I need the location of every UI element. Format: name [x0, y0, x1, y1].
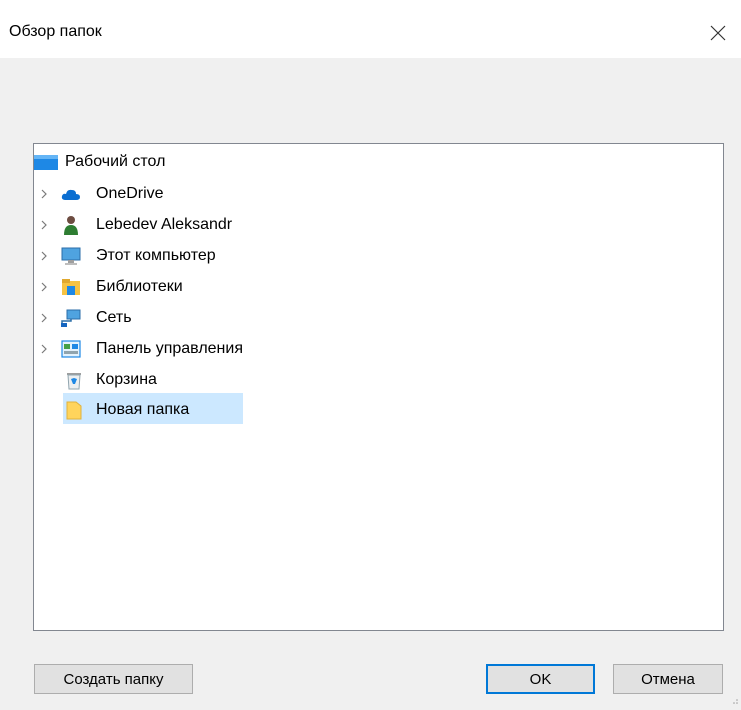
tree-item-label: Новая папка: [96, 400, 190, 418]
close-icon: [710, 25, 726, 41]
title-bar: Обзор папок: [0, 0, 741, 58]
chevron-right-icon[interactable]: [38, 272, 50, 301]
tree-item-label: Сеть: [96, 308, 132, 326]
control-panel-icon: [61, 339, 81, 359]
tree-item-label: Панель управления: [96, 339, 243, 357]
tree-item-desktop[interactable]: Рабочий стол: [34, 147, 723, 176]
chevron-right-icon[interactable]: [38, 303, 50, 332]
tree-item-label: Lebedev Aleksandr: [96, 215, 233, 233]
cancel-button[interactable]: Отмена: [613, 664, 723, 694]
new-folder-button[interactable]: Создать папку: [34, 664, 193, 694]
libraries-icon: [61, 277, 81, 297]
tree-item-user[interactable]: Lebedev Aleksandr: [34, 210, 723, 239]
folder-icon: [64, 400, 84, 420]
computer-icon: [61, 246, 81, 266]
resize-grip[interactable]: [729, 692, 739, 704]
tree-item-this-pc[interactable]: Этот компьютер: [34, 241, 723, 270]
chevron-right-icon[interactable]: [38, 210, 50, 239]
tree-item-onedrive[interactable]: OneDrive: [34, 179, 723, 208]
dialog-title: Обзор папок: [9, 23, 102, 40]
chevron-right-icon[interactable]: [38, 241, 50, 270]
chevron-right-icon[interactable]: [38, 179, 50, 208]
tree-item-new-folder[interactable]: Новая папка: [34, 395, 723, 424]
tree-item-recycle-bin[interactable]: Корзина: [34, 365, 723, 394]
close-button[interactable]: [695, 14, 741, 52]
user-icon: [61, 215, 81, 235]
chevron-right-icon[interactable]: [38, 334, 50, 363]
tree-item-label: Корзина: [96, 370, 157, 388]
folder-tree[interactable]: Рабочий стол OneDrive Lebedev Aleksandr: [33, 143, 724, 631]
tree-item-label: Рабочий стол: [65, 152, 166, 170]
desktop-icon: [34, 152, 58, 172]
tree-item-network[interactable]: Сеть: [34, 303, 723, 332]
recycle-bin-icon: [64, 370, 84, 390]
network-icon: [61, 308, 81, 328]
tree-item-label: Библиотеки: [96, 277, 183, 295]
tree-item-libraries[interactable]: Библиотеки: [34, 272, 723, 301]
tree-item-label: OneDrive: [96, 184, 164, 202]
cloud-icon: [61, 184, 81, 204]
ok-button[interactable]: OK: [486, 664, 595, 694]
tree-item-label: Этот компьютер: [96, 246, 216, 264]
tree-item-control-panel[interactable]: Панель управления: [34, 334, 723, 363]
